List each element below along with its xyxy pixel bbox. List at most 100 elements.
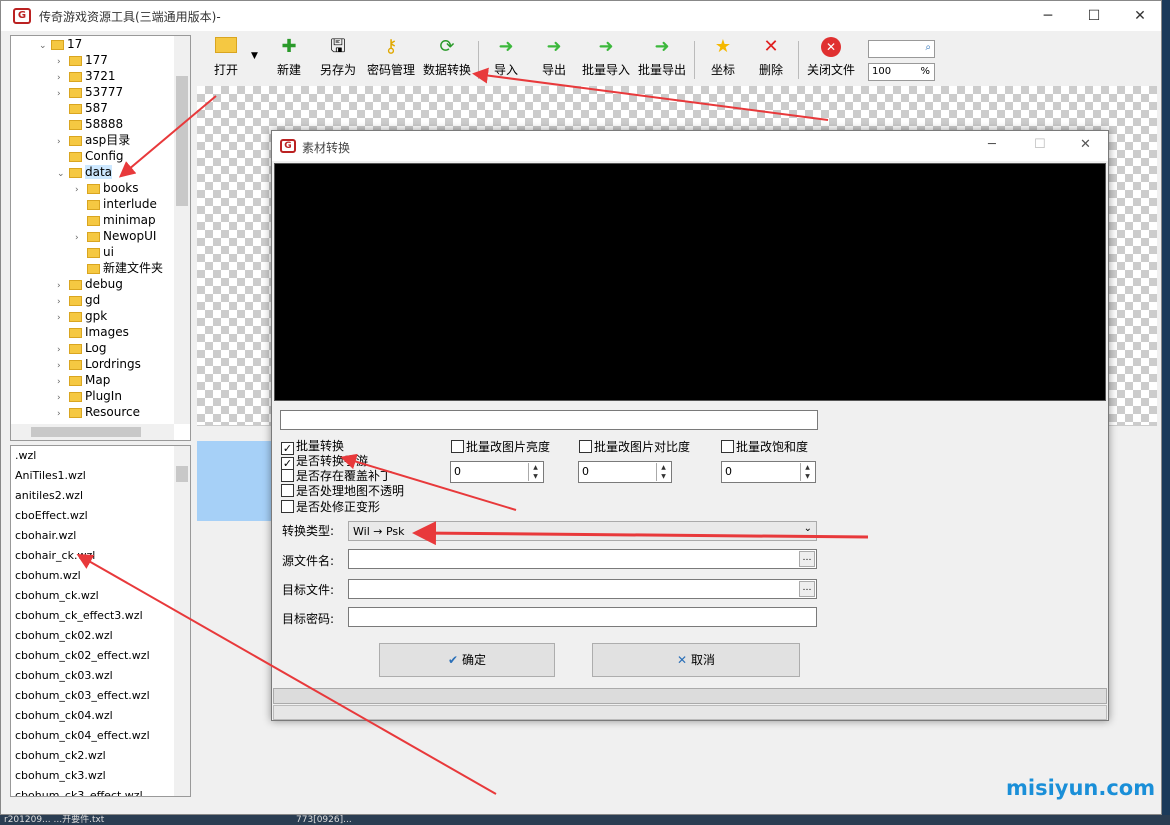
file-list-item[interactable]: cbohum_ck2.wzl [15, 746, 106, 766]
path-input[interactable] [280, 410, 818, 430]
folder-icon [69, 280, 82, 290]
expand-icon[interactable]: › [57, 406, 67, 422]
taskbar-item[interactable]: 773[0926]... [296, 815, 352, 825]
open-dropdown-icon[interactable]: ▼ [251, 51, 258, 61]
password-manager-button[interactable]: ⚷ 密码管理 [365, 37, 417, 83]
tree-item[interactable]: › Log [57, 340, 106, 356]
browse-source-button[interactable]: … [799, 551, 815, 567]
tree-item[interactable]: 58888 [57, 116, 123, 132]
spinner-arrows-icon[interactable]: ▲ ▼ [528, 463, 542, 481]
brightness-spinner[interactable]: 0 ▲ ▼ [450, 461, 544, 483]
maximize-button[interactable]: ☐ [1071, 1, 1117, 31]
file-list-item[interactable]: cbohum.wzl [15, 566, 81, 586]
tree-item[interactable]: Config [57, 148, 124, 164]
tree-item[interactable]: › asp目录 [57, 132, 130, 148]
tree-item[interactable]: › gpk [57, 308, 107, 324]
file-list-item[interactable]: cbohum_ck04_effect.wzl [15, 726, 150, 746]
tree-item[interactable]: › gd [57, 292, 100, 308]
tree-item[interactable]: › Lordrings [57, 356, 141, 372]
tree-item[interactable]: ui [75, 244, 114, 260]
file-list-item[interactable]: cbohum_ck02_effect.wzl [15, 646, 150, 666]
tree-item[interactable]: › books [75, 180, 139, 196]
file-list-item[interactable]: cbohum_ck.wzl [15, 586, 99, 606]
tree-item[interactable]: › Map [57, 372, 110, 388]
tree-item[interactable]: ⌄ 17 [39, 36, 82, 52]
close-file-button[interactable]: ✕ 关闭文件 [804, 37, 858, 83]
tree-item[interactable]: 新建文件夹 [75, 260, 163, 276]
map-opaque-checkbox[interactable]: 是否处理地图不透明 [281, 484, 404, 499]
tree-item[interactable]: › 53777 [57, 84, 123, 100]
dialog-close-button[interactable]: ✕ [1080, 137, 1091, 152]
tree-item[interactable]: › Resource [57, 404, 140, 420]
dialog-minimize-button[interactable]: ─ [988, 137, 996, 152]
tree-horizontal-scrollbar[interactable] [11, 424, 174, 440]
file-list[interactable]: .wzl AniTiles1.wzl anitiles2.wzl cboEffect.… [10, 445, 191, 797]
file-list-item[interactable]: anitiles2.wzl [15, 486, 83, 506]
tree-item[interactable]: ⌄ data [57, 164, 113, 182]
batch-export-button[interactable]: ➜ 批量导出 [637, 37, 687, 83]
file-list-item[interactable]: cbohum_ck02.wzl [15, 626, 113, 646]
folder-icon [69, 360, 82, 370]
spinner-arrows-icon[interactable]: ▲ ▼ [800, 463, 814, 481]
file-list-item[interactable]: cbohum_ck3_effect.wzl [15, 786, 143, 796]
coords-button[interactable]: ★ 坐标 [705, 37, 741, 83]
tree-item[interactable]: interlude [75, 196, 157, 212]
batch-brightness-checkbox[interactable]: 批量改图片亮度 [451, 440, 550, 455]
overlay-patch-checkbox[interactable]: 是否存在覆盖补丁 [281, 469, 392, 484]
delete-button[interactable]: ✕ 删除 [753, 37, 789, 83]
batch-convert-checkbox[interactable]: ✓ 批量转换 [281, 439, 344, 455]
batch-saturation-checkbox[interactable]: 批量改饱和度 [721, 440, 808, 455]
tree-item[interactable]: Images [57, 324, 129, 340]
spinner-arrows-icon[interactable]: ▲ ▼ [656, 463, 670, 481]
ok-button[interactable]: ✔ 确定 [379, 643, 555, 677]
data-convert-button[interactable]: ⟳ 数据转换 [421, 37, 473, 83]
browse-target-button[interactable]: … [799, 581, 815, 597]
tree-vertical-scrollbar[interactable] [174, 36, 190, 424]
zoom-search-box[interactable]: ⌕ [868, 40, 935, 58]
file-list-scrollbar[interactable] [174, 446, 190, 796]
file-list-item[interactable]: cbohair_ck.wzl [15, 546, 95, 566]
open-button[interactable]: 打开 [206, 37, 246, 83]
tree-item[interactable]: › PlugIn [57, 388, 122, 404]
tree-item[interactable]: 587 [57, 100, 108, 116]
dialog-maximize-button[interactable]: ☐ [1034, 137, 1046, 152]
tree-item[interactable]: minimap [75, 212, 156, 228]
contrast-spinner[interactable]: 0 ▲ ▼ [578, 461, 672, 483]
batch-import-button[interactable]: ➜ 批量导入 [581, 37, 631, 83]
file-list-item[interactable]: cbohum_ck04.wzl [15, 706, 113, 726]
saturation-spinner[interactable]: 0 ▲ ▼ [721, 461, 816, 483]
file-list-item[interactable]: cbohum_ck03_effect.wzl [15, 686, 150, 706]
convert-type-select[interactable]: Wil → Psk ⌄ [348, 521, 817, 541]
close-button[interactable]: ✕ [1117, 1, 1163, 31]
zoom-input[interactable]: 100 % [868, 63, 935, 81]
file-list-item[interactable]: .wzl [15, 446, 36, 466]
file-list-item[interactable]: cbohair.wzl [15, 526, 76, 546]
tree-item[interactable]: › NewopUI [75, 228, 156, 244]
fix-deform-checkbox[interactable]: 是否处修正变形 [281, 500, 380, 515]
target-password-input[interactable] [348, 607, 817, 627]
tree-item[interactable]: › debug [57, 276, 123, 292]
file-list-item[interactable]: cbohum_ck3.wzl [15, 766, 106, 786]
folder-tree[interactable]: ⌄ 17 › 177 › 3721 › 53777 587 58888 › asp目录 Config ⌄ d… [10, 35, 191, 441]
new-button[interactable]: ✚ 新建 [271, 37, 307, 83]
saveas-button[interactable]: 🖫 另存为 [317, 37, 359, 83]
import-button[interactable]: ➜ 导入 [489, 37, 523, 83]
convert-mobile-checkbox[interactable]: ✓ 是否转换手游 [281, 454, 368, 470]
minimize-button[interactable]: ─ [1025, 1, 1071, 31]
expand-icon[interactable]: ⌄ [57, 166, 67, 182]
tree-item[interactable]: › 177 [57, 52, 108, 68]
file-list-item[interactable]: cboEffect.wzl [15, 506, 88, 526]
file-list-item[interactable]: cbohum_ck_effect3.wzl [15, 606, 143, 626]
file-list-item[interactable]: cbohum_ck03.wzl [15, 666, 113, 686]
cancel-button[interactable]: ✕ 取消 [592, 643, 800, 677]
tree-item[interactable]: › 3721 [57, 68, 116, 84]
export-button[interactable]: ➜ 导出 [537, 37, 571, 83]
expand-icon[interactable]: ⌄ [39, 38, 49, 54]
batch-contrast-checkbox[interactable]: 批量改图片对比度 [579, 440, 690, 455]
file-list-item[interactable]: AniTiles1.wzl [15, 466, 86, 486]
spinner-value: 0 [582, 465, 589, 478]
taskbar-item[interactable]: r201209... ...开要件.txt [4, 815, 104, 825]
spinner-value: 0 [725, 465, 732, 478]
source-file-input[interactable]: … [348, 549, 817, 569]
target-file-input[interactable]: … [348, 579, 817, 599]
